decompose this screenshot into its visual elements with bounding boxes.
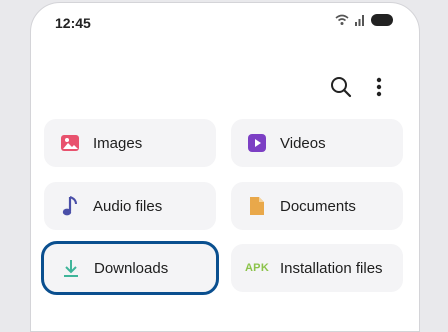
category-videos[interactable]: Videos <box>231 119 403 167</box>
phone-screen: 12:45 Images Videos Audio files Document… <box>30 2 420 332</box>
apk-icon-text: APK <box>244 262 270 274</box>
category-label: Images <box>93 134 143 152</box>
more-vertical-icon <box>376 77 382 97</box>
category-images[interactable]: Images <box>44 119 216 167</box>
status-icons <box>335 14 393 26</box>
status-time: 12:45 <box>55 15 91 31</box>
document-icon <box>246 195 268 217</box>
image-icon <box>59 132 81 154</box>
category-label: Downloads <box>94 259 169 277</box>
category-installation-files[interactable]: APK Installation files <box>231 244 403 292</box>
video-icon <box>246 132 268 154</box>
music-note-icon <box>59 195 81 217</box>
signal-icon <box>355 15 364 26</box>
category-label: Documents <box>280 197 356 215</box>
category-documents[interactable]: Documents <box>231 182 403 230</box>
category-downloads[interactable]: Downloads <box>41 241 219 295</box>
more-options-button[interactable] <box>365 73 393 101</box>
category-label: Installation files <box>280 259 383 277</box>
category-label: Audio files <box>93 197 163 215</box>
category-audio-files[interactable]: Audio files <box>44 182 216 230</box>
search-button[interactable] <box>327 73 355 101</box>
apk-icon: APK <box>244 257 270 279</box>
wifi-icon <box>335 14 349 25</box>
search-icon <box>331 77 352 98</box>
battery-icon <box>371 14 393 26</box>
download-icon <box>60 257 82 279</box>
category-label: Videos <box>280 134 326 152</box>
